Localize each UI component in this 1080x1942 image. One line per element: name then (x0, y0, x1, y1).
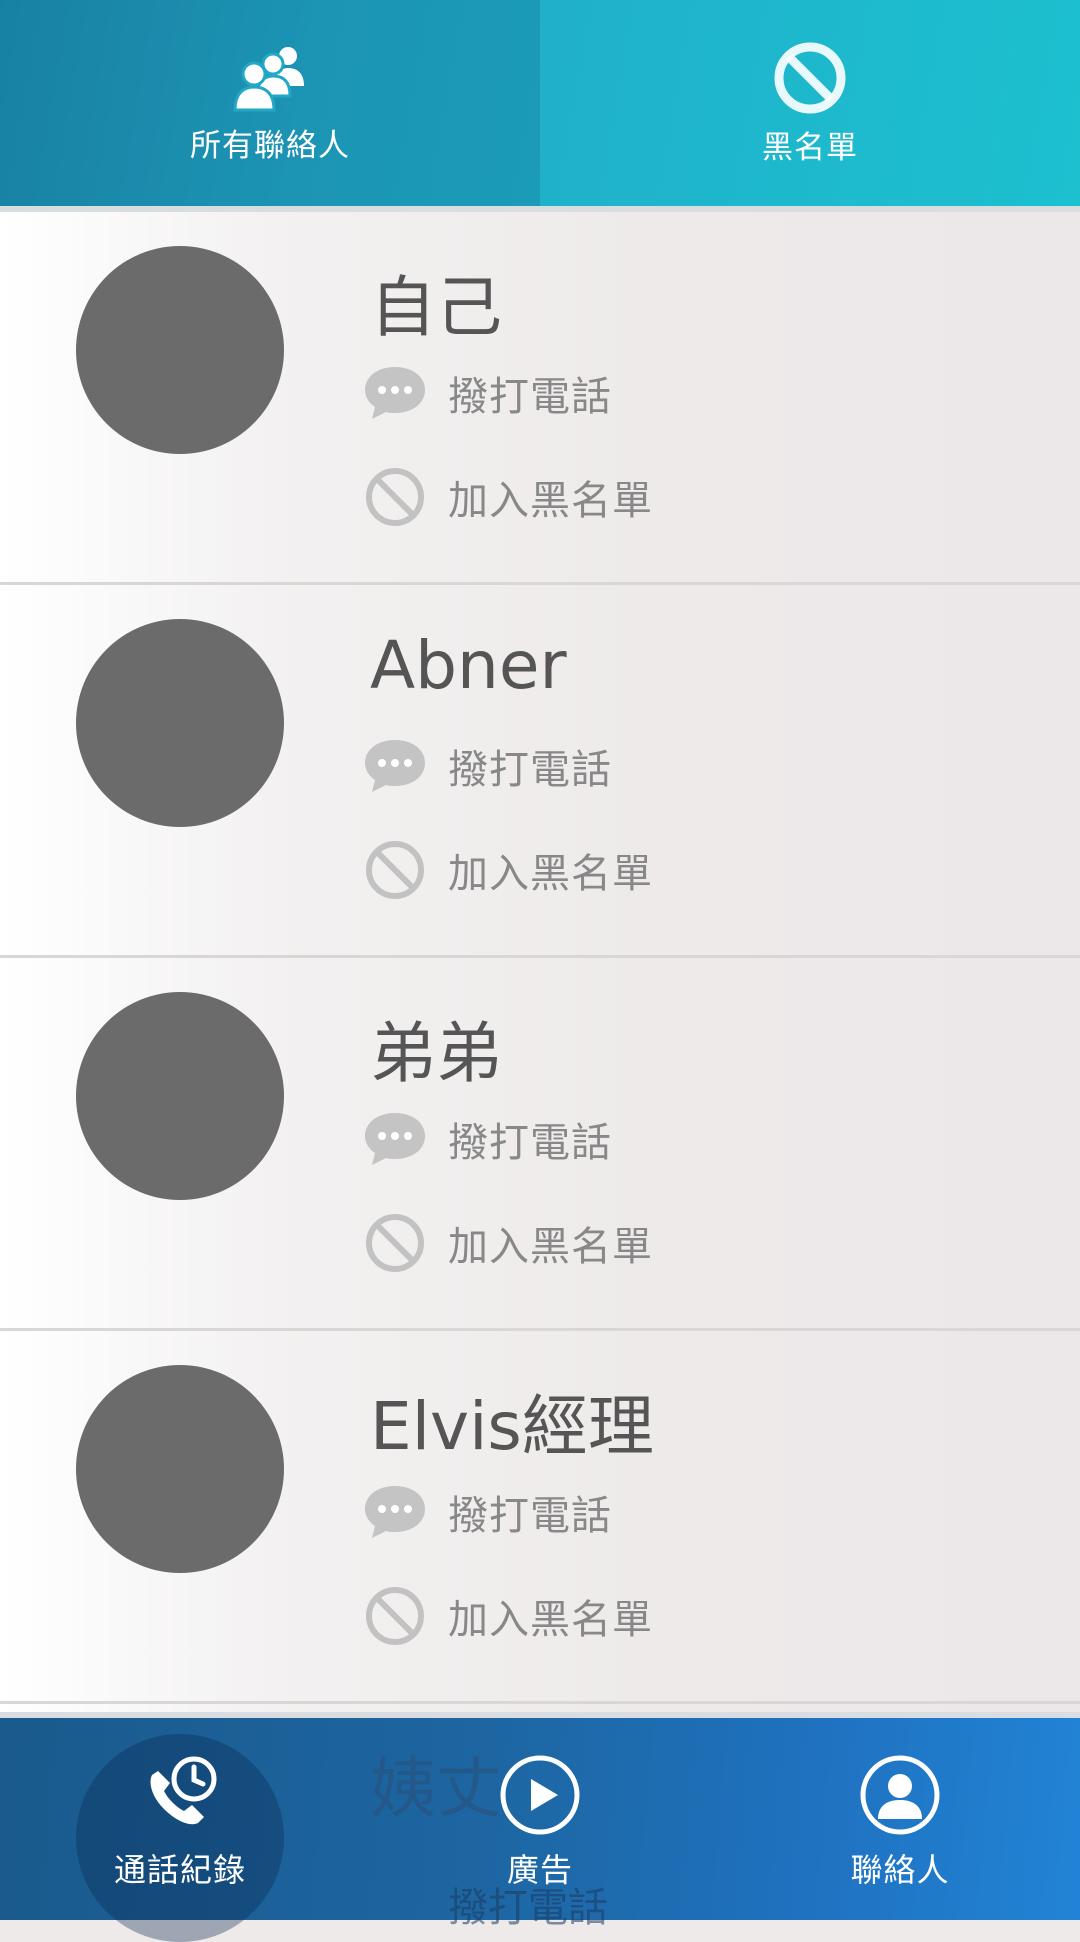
block-icon (774, 42, 846, 113)
call-label: 撥打電話 (448, 1120, 612, 1166)
play-icon (500, 1755, 580, 1835)
blacklist-label: 加入黑名單 (448, 1597, 653, 1643)
nav-contacts-label: 聯絡人 (850, 1851, 950, 1889)
contact-name: Abner (370, 627, 567, 704)
chat-bubble-icon (362, 733, 428, 799)
contact-row[interactable]: 弟弟 撥打電話 加入黑名單 (0, 958, 1080, 1331)
call-log-icon (150, 1756, 217, 1825)
avatar[interactable] (76, 992, 284, 1200)
add-to-blacklist-button[interactable]: 加入黑名單 (362, 464, 653, 530)
add-to-blacklist-button[interactable]: 加入黑名單 (362, 1210, 653, 1276)
call-button[interactable]: 撥打電話 (362, 733, 612, 799)
contact-name: 自己 (370, 269, 502, 346)
block-icon (362, 837, 428, 903)
nav-contacts[interactable]: 聯絡人 (720, 1712, 1080, 1920)
tab-blacklist[interactable]: 黑名單 (540, 0, 1080, 206)
call-button[interactable]: 撥打電話 (362, 360, 612, 426)
contacts-group-icon (233, 46, 304, 111)
block-icon (362, 464, 428, 530)
avatar[interactable] (76, 246, 284, 454)
call-button[interactable]: 撥打電話 (362, 1479, 612, 1545)
call-label: 撥打電話 (448, 1493, 612, 1539)
blacklist-label: 加入黑名單 (448, 478, 653, 524)
tab-all-contacts-label: 所有聯絡人 (190, 127, 350, 164)
contact-row[interactable]: 自己 撥打電話 加入黑名單 (0, 212, 1080, 585)
nav-call-log[interactable]: 通話紀錄 (0, 1712, 360, 1942)
add-to-blacklist-button[interactable]: 加入黑名單 (362, 837, 653, 903)
call-label: 撥打電話 (448, 374, 612, 420)
person-icon (860, 1755, 940, 1835)
contact-row[interactable]: Abner 撥打電話 加入黑名單 (0, 585, 1080, 958)
call-button[interactable]: 撥打電話 (362, 1106, 612, 1172)
top-tab-bar: 所有聯絡人 黑名單 (0, 0, 1080, 206)
contact-name-partial: 姨丈 (370, 1750, 502, 1827)
block-icon (362, 1210, 428, 1276)
call-label-partial: 撥打電話 (448, 1885, 608, 1931)
blacklist-label: 加入黑名單 (448, 1224, 653, 1270)
blacklist-label: 加入黑名單 (448, 851, 653, 897)
contact-name: 弟弟 (370, 1015, 502, 1092)
avatar[interactable] (76, 619, 284, 827)
contact-name: Elvis經理 (370, 1388, 654, 1465)
contact-row[interactable]: Elvis經理 撥打電話 加入黑名單 (0, 1331, 1080, 1704)
nav-call-log-label: 通話紀錄 (113, 1851, 246, 1889)
tab-blacklist-label: 黑名單 (762, 129, 858, 166)
contact-list: 自己 撥打電話 加入黑名單 Abner 撥打電話 加入黑名單 弟弟 撥打電話 加… (0, 212, 1080, 1712)
block-icon (362, 1583, 428, 1649)
chat-bubble-icon (362, 360, 428, 426)
tab-all-contacts[interactable]: 所有聯絡人 (0, 0, 540, 206)
avatar[interactable] (76, 1365, 284, 1573)
chat-bubble-icon (362, 1479, 428, 1545)
chat-bubble-icon (362, 1106, 428, 1172)
call-label: 撥打電話 (448, 747, 612, 793)
add-to-blacklist-button[interactable]: 加入黑名單 (362, 1583, 653, 1649)
